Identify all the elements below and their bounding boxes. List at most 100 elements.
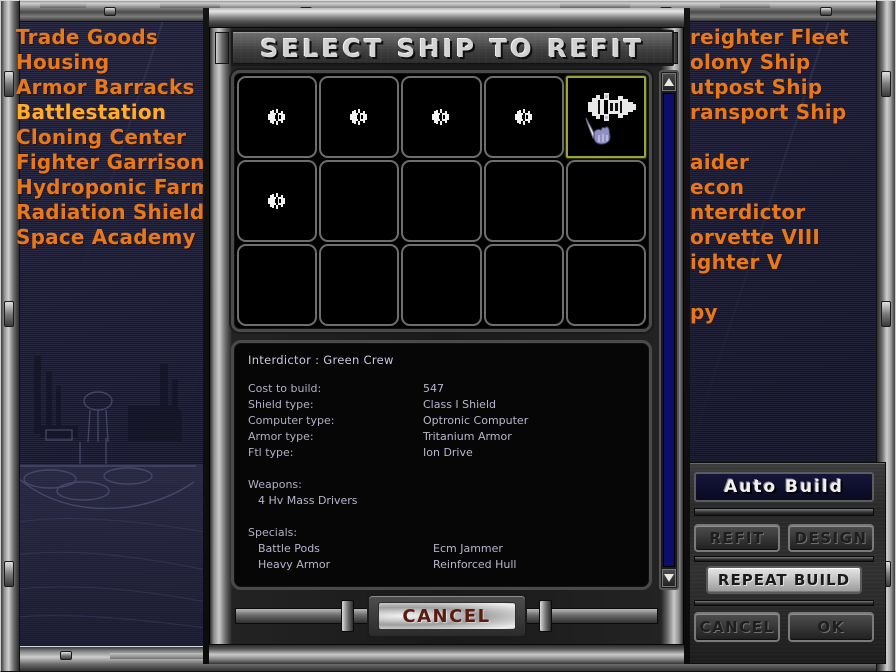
menu-item-recon[interactable]: econ <box>690 175 849 200</box>
ship-sprite-icon <box>350 109 368 125</box>
specials-list: Battle Pods Ecm Jammer Heavy Armor Reinf… <box>258 541 635 573</box>
ship-sprite-icon <box>268 109 286 125</box>
panel-strut <box>694 556 874 562</box>
menu-item-cloning-center[interactable]: Cloning Center <box>16 125 211 150</box>
ship-slot[interactable] <box>237 160 318 242</box>
menu-item-fighter-garrison[interactable]: Fighter Garrison <box>16 150 211 175</box>
select-ship-dialog: SELECT SHIP TO REFIT Interdictor: Green… <box>203 8 690 664</box>
dialog-bottom-bar <box>209 644 684 664</box>
dialog-cancel-button[interactable]: CANCEL <box>366 594 527 638</box>
stat-label: Shield type: <box>248 398 314 411</box>
frame-rivet <box>4 561 14 587</box>
special-item: Reinforced Hull <box>433 558 517 571</box>
mouse-cursor-icon <box>585 117 611 145</box>
menu-group-spacer <box>690 275 849 300</box>
frame-rivet <box>881 301 891 327</box>
menu-item-freighter-fleet[interactable]: reighter Fleet <box>690 25 849 50</box>
right-control-panel: Auto Build REFIT DESIGN REPEAT BUILD CAN… <box>694 472 880 658</box>
title-cap-left <box>215 32 229 64</box>
dialog-title: SELECT SHIP TO REFIT <box>260 33 645 63</box>
frame-rivet <box>4 301 14 327</box>
stat-row-armor: Armor type: Tritanium Armor <box>248 429 635 445</box>
stat-value: Class I Shield <box>423 398 496 411</box>
menu-item-radiation-shield[interactable]: Radiation Shield <box>16 200 211 225</box>
ship-slot[interactable] <box>483 76 564 158</box>
ship-sprite-icon <box>514 109 532 125</box>
ship-slot-empty[interactable] <box>401 244 482 326</box>
menu-item-raider[interactable]: aider <box>690 150 849 175</box>
menu-item-housing[interactable]: Housing <box>16 50 211 75</box>
frame-joint <box>341 600 354 632</box>
frame-detail <box>720 3 770 8</box>
menu-item-spy[interactable]: py <box>690 300 849 325</box>
auto-build-button[interactable]: Auto Build <box>694 472 874 502</box>
game-screen: Trade Goods Housing Armor Barracks Battl… <box>0 0 896 672</box>
ship-slot-empty[interactable] <box>319 160 400 242</box>
ship-info-panel: Interdictor : Green Crew Cost to build: … <box>231 340 652 590</box>
frame-detail <box>40 3 86 8</box>
menu-item-fighter-v[interactable]: ighter V <box>690 250 849 275</box>
ship-slot[interactable] <box>237 76 318 158</box>
dialog-cancel-label: CANCEL <box>377 602 516 630</box>
scrollbar-track[interactable] <box>663 93 675 567</box>
ship-slot-empty[interactable] <box>483 160 564 242</box>
ok-button[interactable]: OK <box>788 612 874 642</box>
stat-value: 547 <box>423 382 444 395</box>
chevron-up-icon <box>664 78 674 86</box>
ship-slot-empty[interactable] <box>483 244 564 326</box>
menu-group-spacer <box>690 125 849 150</box>
stat-label: Computer type: <box>248 414 335 427</box>
menu-item-space-academy[interactable]: Space Academy <box>16 225 211 250</box>
weapon-item: 4 Hv Mass Drivers <box>258 494 358 507</box>
menu-item-armor-barracks[interactable]: Armor Barracks <box>16 75 211 100</box>
cancel-button[interactable]: CANCEL <box>694 612 780 642</box>
ship-slot-empty[interactable] <box>237 244 318 326</box>
frame-joint <box>539 600 552 632</box>
dialog-action-bar: CANCEL <box>209 590 684 642</box>
menu-item-trade-goods[interactable]: Trade Goods <box>16 25 211 50</box>
stat-row-cost: Cost to build: 547 <box>248 381 635 397</box>
ship-sprite-icon <box>268 193 286 209</box>
design-button[interactable]: DESIGN <box>788 524 874 552</box>
menu-item-corvette-viii[interactable]: orvette VIII <box>690 225 849 250</box>
scroll-down-arrow-button[interactable] <box>662 569 676 587</box>
right-ship-menu: reighter Fleet olony Ship utpost Ship ra… <box>690 25 849 325</box>
scroll-up-arrow-button[interactable] <box>662 73 676 91</box>
stat-label: Armor type: <box>248 430 314 443</box>
frame-rivet <box>820 7 832 16</box>
chevron-down-icon <box>664 574 674 582</box>
stat-row-ftl: Ftl type: Ion Drive <box>248 445 635 461</box>
ship-slot-empty[interactable] <box>565 160 646 242</box>
frame-rivet <box>104 7 116 16</box>
ship-slot-empty[interactable] <box>401 160 482 242</box>
dialog-title-plate: SELECT SHIP TO REFIT <box>231 30 674 66</box>
frame-pipe <box>235 608 375 624</box>
stat-label: Cost to build: <box>248 382 322 395</box>
stat-value: Ion Drive <box>423 446 473 459</box>
menu-item-interdictor[interactable]: nterdictor <box>690 200 849 225</box>
stat-value: Tritanium Armor <box>423 430 512 443</box>
special-item: Ecm Jammer <box>433 542 503 555</box>
ship-grid-panel <box>231 70 652 332</box>
stat-value: Optronic Computer <box>423 414 529 427</box>
ship-grid <box>237 76 646 326</box>
ship-slot-empty[interactable] <box>565 244 646 326</box>
menu-item-transport-ship[interactable]: ransport Ship <box>690 100 849 125</box>
menu-item-colony-ship[interactable]: olony Ship <box>690 50 849 75</box>
ship-slot[interactable] <box>319 76 400 158</box>
specials-header: Specials: <box>248 526 298 539</box>
ship-sprite-icon <box>432 109 450 125</box>
ship-slot-empty[interactable] <box>319 244 400 326</box>
menu-item-hydroponic-farm[interactable]: Hydroponic Farm <box>16 175 211 200</box>
menu-item-outpost-ship[interactable]: utpost Ship <box>690 75 849 100</box>
refit-button[interactable]: REFIT <box>694 524 780 552</box>
frame-rivet <box>881 71 891 97</box>
ship-slot[interactable] <box>401 76 482 158</box>
ship-slot-selected[interactable] <box>565 76 646 158</box>
ship-list-scrollbar[interactable] <box>659 70 679 590</box>
dialog-top-bar <box>209 8 684 28</box>
repeat-build-button[interactable]: REPEAT BUILD <box>706 566 862 594</box>
special-item: Battle Pods <box>258 542 320 555</box>
menu-item-battlestation[interactable]: Battlestation <box>16 100 211 125</box>
frame-rivet <box>60 651 72 660</box>
